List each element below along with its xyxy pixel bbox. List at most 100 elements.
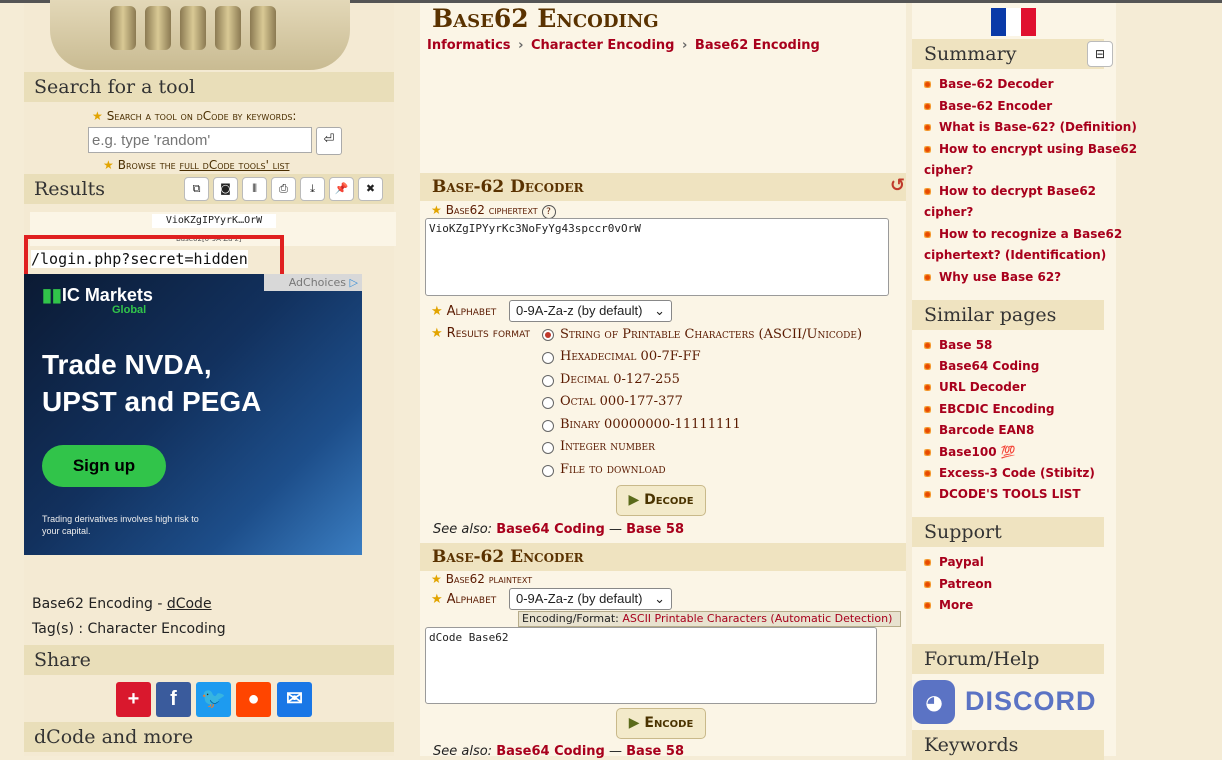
summary-item[interactable]: What is Base-62? (Definition) [924,117,1137,138]
breadcrumb-base62[interactable]: Base62 Encoding [695,38,820,53]
discord-link[interactable]: ◕ DISCORD [913,680,1096,724]
cryptex-ring [215,6,241,50]
decode-button[interactable]: ▶ Decode [616,485,706,516]
print-icon[interactable]: ⎙ [271,177,296,201]
similar-item[interactable]: EBCDIC Encoding [924,399,1055,420]
format-label-decimal: Decimal 0-127-255 [560,372,680,387]
format-radio-octal[interactable] [542,397,554,409]
summary-item[interactable]: How to recognize a Base62 [924,224,1122,245]
cipher-label-text: Base62 ciphertext [445,203,538,217]
ad-disclaimer: Trading derivatives involves high risk t… [42,514,199,536]
similar-item[interactable]: Excess-3 Code (Stibitz) [924,463,1095,484]
format-label-file: File to download [560,462,666,477]
search-submit-button[interactable]: ⏎ [316,127,342,155]
format-radio-file[interactable] [542,465,554,477]
browse-tools-link[interactable]: full dCode tools' list [180,158,290,172]
decoder-alphabet-select[interactable]: 0-9A-Za-z (by default) ⌄ [509,300,672,322]
reset-icon[interactable]: ↺ [890,175,905,196]
page-title-line: Base62 Encoding - dCode [32,596,212,612]
plaintext-input[interactable]: dCode Base62 [425,627,877,704]
format-label-string: String of Printable Characters (ASCII/Un… [560,327,863,342]
search-prompt-text: Search a tool on dCode by keywords: [106,109,297,123]
email-icon[interactable]: ✉ [277,682,312,717]
format-radio-binary[interactable] [542,420,554,432]
forum-heading: Forum/Help [912,644,1104,674]
share-plus-icon[interactable]: + [116,682,151,717]
format-radio-string[interactable] [542,329,554,341]
facebook-icon[interactable]: f [156,682,191,717]
result-value[interactable]: VioKZgIPYyrK…OrW [152,214,276,228]
decoder-alphabet-value: 0-9A-Za-z (by default) [516,303,643,318]
summary-item[interactable]: How to encrypt using Base62 [924,139,1137,160]
summary-item[interactable]: Why use Base 62? [924,267,1061,288]
format-label-binary: Binary 00000000-11111111 [560,417,741,432]
breadcrumb-character-encoding[interactable]: Character Encoding [531,38,675,53]
highlighted-output: /login.php?secret=hidden [31,250,248,268]
see-also-base64[interactable]: Base64 Coding [496,522,605,537]
encode-button-label: Encode [644,715,694,731]
camera-icon[interactable]: ◙ [213,177,238,201]
close-icon[interactable]: ✖ [358,177,383,201]
summary-item-cont[interactable]: cipher? [924,202,973,223]
twitter-icon[interactable]: 🐦 [196,682,231,717]
search-input[interactable] [88,127,312,153]
ad-headline: Trade NVDA, UPST and PEGA [42,349,262,417]
enter-icon: ⏎ [323,132,335,147]
support-item[interactable]: Paypal [924,552,984,573]
summary-item-cont[interactable]: ciphertext? (Identification) [924,245,1106,266]
plaintext-label: ★ Base62 plaintext [431,572,533,586]
results-format-text: Results format [446,326,531,341]
see-also-base58[interactable]: Base 58 [626,522,684,537]
cryptex-ring [145,6,171,50]
chevron-down-icon: ⌄ [654,303,665,318]
play-icon: ▶ [628,715,640,731]
similar-heading: Similar pages [912,300,1104,330]
breadcrumb-informatics[interactable]: Informatics [427,38,511,53]
support-item[interactable]: Patreon [924,574,992,595]
collapse-icon[interactable]: ⊟ [1087,41,1113,67]
format-radio-integer[interactable] [542,442,554,454]
cryptex-ring [110,6,136,50]
dcode-link[interactable]: dCode [167,596,212,612]
ad-signup-button[interactable]: Sign up [42,445,166,487]
help-icon[interactable]: ? [541,205,556,219]
adchoices-icon: ▷ [349,276,358,289]
results-format-label: ★ Results format [431,326,531,341]
summary-item-cont[interactable]: cipher? [924,160,973,181]
download-icon[interactable]: ⤓ [300,177,325,201]
dcode-logo-image[interactable] [50,0,350,70]
reddit-icon[interactable]: ● [236,682,271,717]
columns-icon[interactable]: ⫴ [242,177,267,201]
similar-item[interactable]: Base64 Coding [924,356,1039,377]
see-also-base64[interactable]: Base64 Coding [496,744,605,759]
advertisement[interactable]: AdChoices ▷ ▮▮IC Markets Global Trade NV… [24,274,362,555]
encoder-alphabet-select[interactable]: 0-9A-Za-z (by default) ⌄ [509,588,672,610]
play-icon: ▶ [628,492,640,508]
format-radio-hex[interactable] [542,352,554,364]
summary-item[interactable]: Base-62 Encoder [924,96,1052,117]
ad-choices[interactable]: AdChoices ▷ [264,274,362,291]
encode-button[interactable]: ▶ Encode [616,708,706,739]
ciphertext-input[interactable]: VioKZgIPYyrKc3NoFyYg43spccr0vOrW [425,218,889,296]
french-flag-icon[interactable] [991,8,1036,36]
encoder-alphabet-value: 0-9A-Za-z (by default) [516,591,643,606]
similar-item[interactable]: DCODE'S TOOLS LIST [924,484,1081,505]
encoding-format-select[interactable]: Encoding/Format: ASCII Printable Charact… [518,611,901,627]
format-label-octal: Octal 000-177-377 [560,394,683,409]
page-title-prefix: Base62 Encoding - [32,596,163,612]
summary-item[interactable]: Base-62 Decoder [924,74,1054,95]
encoding-format-value: ASCII Printable Characters (Automatic De… [622,612,893,625]
encoder-see-also: See also: Base64 Coding — Base 58 [433,744,684,759]
encoder-heading: Base-62 Encoder [420,543,906,571]
similar-item[interactable]: URL Decoder [924,377,1026,398]
copy-icon[interactable]: ⧉ [184,177,209,201]
pin-icon[interactable]: 📌 [329,177,354,201]
summary-item[interactable]: How to decrypt Base62 [924,181,1096,202]
decoder-alphabet-text: Alphabet [446,304,497,319]
format-radio-decimal[interactable] [542,375,554,387]
similar-item[interactable]: Base 58 [924,335,992,356]
see-also-base58[interactable]: Base 58 [626,744,684,759]
support-item[interactable]: More [924,595,973,616]
similar-item[interactable]: Base100 💯 [924,442,1016,463]
similar-item[interactable]: Barcode EAN8 [924,420,1034,441]
